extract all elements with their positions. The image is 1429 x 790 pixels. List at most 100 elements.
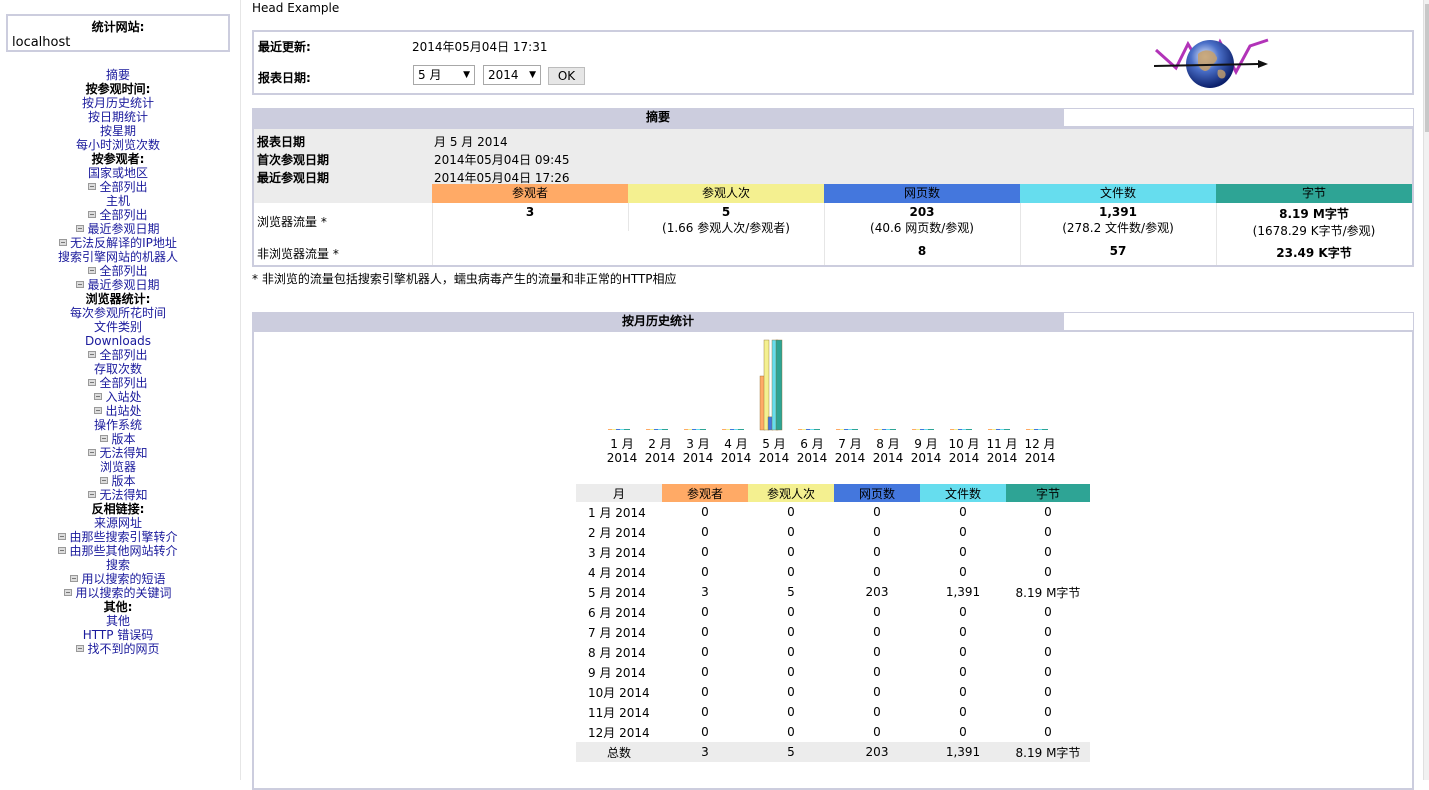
scrollbar-thumb[interactable] <box>1425 4 1429 132</box>
chart-tick-label: 2014 <box>759 451 790 465</box>
nav-link[interactable]: 每小时浏览次数 <box>0 138 236 152</box>
viewed-visits-sub: (1.66 参观人次/参观者) <box>662 221 790 235</box>
site-value: localhost <box>12 35 71 50</box>
nav-label: 浏览器 <box>99 460 136 474</box>
viewed-hits-sub: (278.2 文件数/参观) <box>1062 221 1174 235</box>
table-cell: 3 <box>701 585 709 599</box>
table-row: 4 月 2014 0 0 0 0 0 <box>576 562 1090 582</box>
nav-link[interactable]: 由那些其他网站转介 <box>0 544 236 558</box>
nav-label: 按星期 <box>99 124 136 138</box>
nav-link[interactable]: 用以搜索的关键词 <box>0 586 236 600</box>
bullet-icon <box>100 477 109 484</box>
chart-tick-label: 2014 <box>607 451 638 465</box>
nav-link[interactable]: 其他 <box>0 614 236 628</box>
chart-bar <box>890 429 896 430</box>
table-cell: 12月 2014 <box>588 725 650 740</box>
nav-link[interactable]: 入站处 <box>0 390 236 404</box>
nav-link[interactable]: 每次参观所花时间 <box>0 306 236 320</box>
table-cell: 总数 <box>576 742 662 762</box>
nav-link[interactable]: 全部列出 <box>0 208 236 222</box>
table-row: 7 月 2014 0 0 0 0 0 <box>576 622 1090 642</box>
nav-link[interactable]: 版本 <box>0 432 236 446</box>
col-hits: 文件数 <box>1020 184 1216 203</box>
chart-tick-label: 2014 <box>911 451 942 465</box>
summary-panel: 报表日期 月 5 月 2014 首次参观日期 2014年05月04日 09:45… <box>252 127 1414 267</box>
table-cell: 0 <box>787 705 795 719</box>
month-select[interactable]: 5 月 ▼ <box>413 65 475 85</box>
nav-link[interactable]: 文件类别 <box>0 320 236 334</box>
chart-tick-label: 4 月 <box>724 437 747 451</box>
table-cell: 0 <box>701 605 709 619</box>
bullet-icon <box>76 225 85 232</box>
table-cell: 0 <box>787 725 795 739</box>
bullet-icon <box>88 379 97 386</box>
nav-link[interactable]: 浏览器 <box>0 460 236 474</box>
nav-link[interactable]: 搜索 <box>0 558 236 572</box>
nav-link[interactable]: 找不到的网页 <box>0 642 236 656</box>
nav-label: 搜索引擎网站的机器人 <box>57 250 178 264</box>
table-cell: 0 <box>873 705 881 719</box>
nav-link[interactable]: 全部列出 <box>0 348 236 362</box>
nav-link[interactable]: 搜索引擎网站的机器人 <box>0 250 236 264</box>
col-visitors: 参观者 <box>432 184 628 203</box>
not-viewed-bytes: 23.49 K字节 <box>1276 246 1352 260</box>
nav-link[interactable]: 无法得知 <box>0 488 236 502</box>
nav-link[interactable]: HTTP 错误码 <box>0 628 236 642</box>
nav-link[interactable]: 版本 <box>0 474 236 488</box>
nav-link[interactable]: 出站处 <box>0 404 236 418</box>
ok-button[interactable]: OK <box>548 67 585 85</box>
chevron-down-icon: ▼ <box>463 70 470 80</box>
nav-link[interactable]: Downloads <box>0 334 236 348</box>
nav-link[interactable]: 按月历史统计 <box>0 96 236 110</box>
table-cell: 8.19 M字节 <box>1015 585 1081 600</box>
nav-label: 用以搜索的关键词 <box>75 586 172 600</box>
nav-link[interactable]: 全部列出 <box>0 264 236 278</box>
viewed-hits: 1,391 <box>1099 205 1137 219</box>
nav-link[interactable]: 摘要 <box>0 68 236 82</box>
nav-label: 摘要 <box>105 68 130 82</box>
nav-link[interactable]: 国家或地区 <box>0 166 236 180</box>
nav-link[interactable]: 最近参观日期 <box>0 278 236 292</box>
bullet-icon <box>58 547 67 554</box>
nav-label: 按参观时间: <box>85 82 151 96</box>
nav-link[interactable]: 按日期统计 <box>0 110 236 124</box>
vertical-scrollbar[interactable] <box>1423 0 1429 780</box>
table-cell: 5 <box>748 742 834 762</box>
nav-link[interactable]: 来源网址 <box>0 516 236 530</box>
nav-label: 其他 <box>105 614 130 628</box>
nav-link[interactable]: 操作系统 <box>0 418 236 432</box>
nav-link[interactable]: 最近参观日期 <box>0 222 236 236</box>
bullet-icon <box>76 645 85 652</box>
nav-label: 浏览器统计: <box>85 292 151 306</box>
nav-link[interactable]: 全部列出 <box>0 376 236 390</box>
viewed-pages-sub: (40.6 网页数/参观) <box>870 221 974 235</box>
chart-tick-label: 11 月 <box>986 437 1017 451</box>
nav-link[interactable]: 无法反解译的IP地址 <box>0 236 236 250</box>
nav-link[interactable]: 按星期 <box>0 124 236 138</box>
year-select[interactable]: 2014 ▼ <box>483 65 541 85</box>
nav-link[interactable]: 用以搜索的短语 <box>0 572 236 586</box>
nav-category: 浏览器统计: <box>0 292 236 306</box>
nav-link[interactable]: 由那些搜索引擎转介 <box>0 530 236 544</box>
table-cell: 0 <box>787 605 795 619</box>
table-row: 9 月 2014 0 0 0 0 0 <box>576 662 1090 682</box>
bullet-icon <box>64 589 73 596</box>
table-row: 10月 2014 0 0 0 0 0 <box>576 682 1090 702</box>
table-cell: 10月 2014 <box>588 685 650 700</box>
table-cell: 0 <box>959 685 967 699</box>
nav-label: 来源网址 <box>93 516 142 530</box>
nav-label: 无法得知 <box>99 446 148 460</box>
first-visit-label: 首次参观日期 <box>257 153 330 167</box>
nav-link[interactable]: 主机 <box>0 194 236 208</box>
nav-link[interactable]: 无法得知 <box>0 446 236 460</box>
table-cell: 0 <box>701 705 709 719</box>
nav-link[interactable]: 全部列出 <box>0 180 236 194</box>
head-example: Head Example <box>252 1 340 15</box>
not-viewed-pages: 8 <box>917 244 927 258</box>
nav-link[interactable]: 存取次数 <box>0 362 236 376</box>
table-row: 1 月 2014 0 0 0 0 0 <box>576 502 1090 522</box>
th-visitors: 参观者 <box>662 484 748 502</box>
nav-label: 全部列出 <box>99 264 148 278</box>
table-cell: 8 月 2014 <box>588 645 646 660</box>
chart-tick-label: 9 月 <box>914 437 937 451</box>
